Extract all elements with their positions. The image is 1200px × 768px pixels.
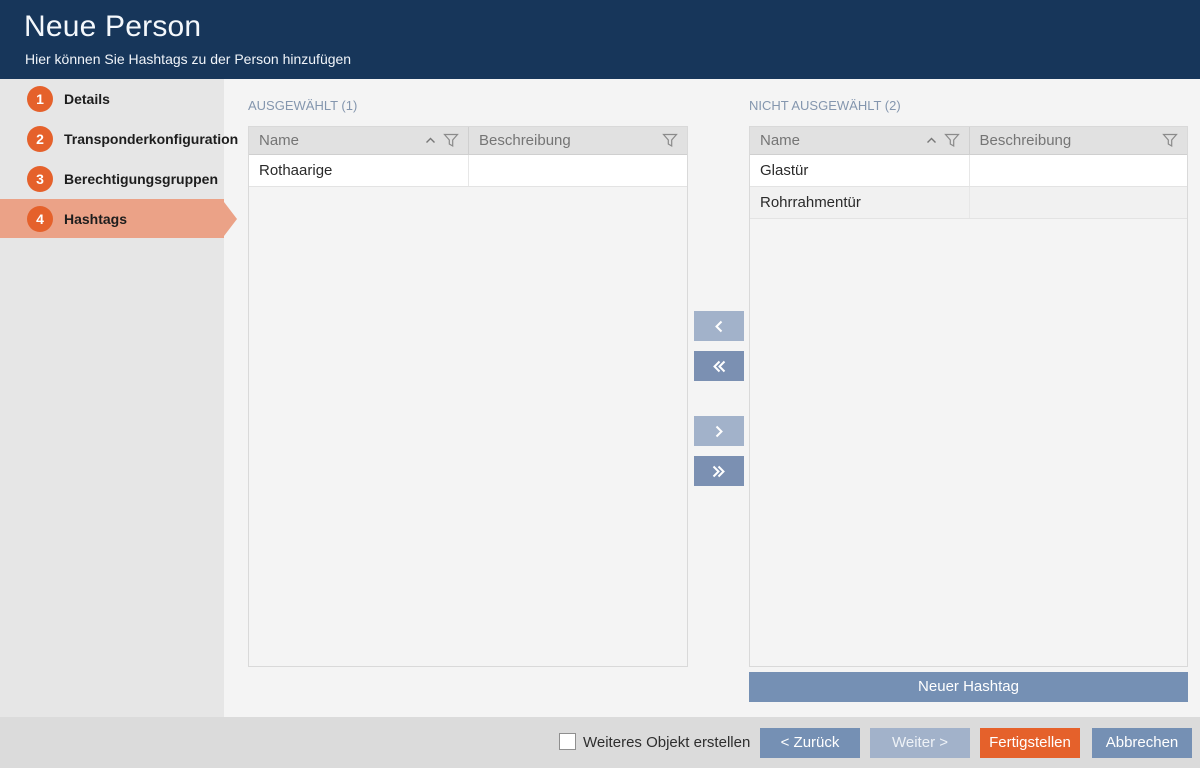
move-all-right-button[interactable]	[694, 456, 744, 486]
filter-funnel-icon[interactable]	[443, 133, 459, 148]
cell-beschreibung	[468, 155, 687, 186]
table-header-row: Name Beschreibung	[750, 127, 1187, 155]
new-hashtag-button[interactable]: Neuer Hashtag	[749, 672, 1188, 702]
cell-beschreibung	[969, 155, 1188, 186]
create-another-object-label: Weiteres Objekt erstellen	[583, 734, 750, 751]
step-number-badge: 2	[27, 126, 53, 152]
cancel-button[interactable]: Abbrechen	[1092, 728, 1192, 758]
table-header-row: Name Beschreibung	[249, 127, 687, 155]
column-header-name[interactable]: Name	[249, 127, 468, 154]
selected-hashtags-table: Name Beschreibung	[248, 126, 688, 667]
step-label: Details	[64, 91, 110, 107]
step-item-transponderkonfiguration[interactable]: 2 Transponderkonfiguration	[0, 119, 224, 158]
filter-funnel-icon[interactable]	[1162, 133, 1178, 148]
column-header-label: Beschreibung	[479, 132, 571, 149]
step-number-badge: 3	[27, 166, 53, 192]
column-header-beschreibung[interactable]: Beschreibung	[969, 127, 1188, 154]
table-row-glastuer[interactable]: Glastür	[750, 155, 1187, 187]
back-button[interactable]: < Zurück	[760, 728, 860, 758]
next-button[interactable]: Weiter >	[870, 728, 970, 758]
move-selected-right-button[interactable]	[694, 416, 744, 446]
filter-funnel-icon[interactable]	[662, 133, 678, 148]
step-item-details[interactable]: 1 Details	[0, 79, 224, 118]
selected-panel-title: AUSGEWÄHLT (1)	[248, 98, 357, 113]
cell-name: Rohrrahmentür	[750, 187, 969, 218]
sort-asc-icon[interactable]	[926, 137, 937, 144]
wizard-header: Neue Person Hier können Sie Hashtags zu …	[0, 0, 1200, 79]
step-label: Transponderkonfiguration	[64, 131, 238, 147]
create-another-object-checkbox[interactable]	[559, 733, 576, 750]
unselected-panel-title: NICHT AUSGEWÄHLT (2)	[749, 98, 901, 113]
page-subtitle: Hier können Sie Hashtags zu der Person h…	[25, 51, 351, 67]
sort-asc-icon[interactable]	[425, 137, 436, 144]
page-title: Neue Person	[24, 10, 201, 44]
active-step-arrow	[224, 202, 237, 236]
column-header-beschreibung[interactable]: Beschreibung	[468, 127, 687, 154]
step-number-badge: 1	[27, 86, 53, 112]
filter-funnel-icon[interactable]	[944, 133, 960, 148]
move-selected-left-button[interactable]	[694, 311, 744, 341]
step-label: Berechtigungsgruppen	[64, 171, 218, 187]
table-row-rohrrahmentuer[interactable]: Rohrrahmentür	[750, 187, 1187, 219]
cell-name: Rothaarige	[249, 155, 468, 186]
step-item-hashtags-active[interactable]: 4 Hashtags	[0, 199, 224, 238]
move-all-left-button[interactable]	[694, 351, 744, 381]
column-header-label: Name	[259, 132, 299, 149]
step-label: Hashtags	[64, 211, 127, 227]
finish-button[interactable]: Fertigstellen	[980, 728, 1080, 758]
step-item-berechtigungsgruppen[interactable]: 3 Berechtigungsgruppen	[0, 159, 224, 198]
column-header-label: Beschreibung	[980, 132, 1072, 149]
cell-beschreibung	[969, 187, 1188, 218]
cell-name: Glastür	[750, 155, 969, 186]
unselected-hashtags-table: Name Beschreibung	[749, 126, 1188, 667]
wizard-footer: Weiteres Objekt erstellen < Zurück Weite…	[0, 717, 1200, 768]
column-header-label: Name	[760, 132, 800, 149]
table-row-rothaarige[interactable]: Rothaarige	[249, 155, 687, 187]
step-number-badge: 4	[27, 206, 53, 232]
wizard-steps-sidebar: 1 Details 2 Transponderkonfiguration 3 B…	[0, 79, 224, 717]
new-person-wizard-window: Neue Person Hier können Sie Hashtags zu …	[0, 0, 1200, 768]
column-header-name[interactable]: Name	[750, 127, 969, 154]
